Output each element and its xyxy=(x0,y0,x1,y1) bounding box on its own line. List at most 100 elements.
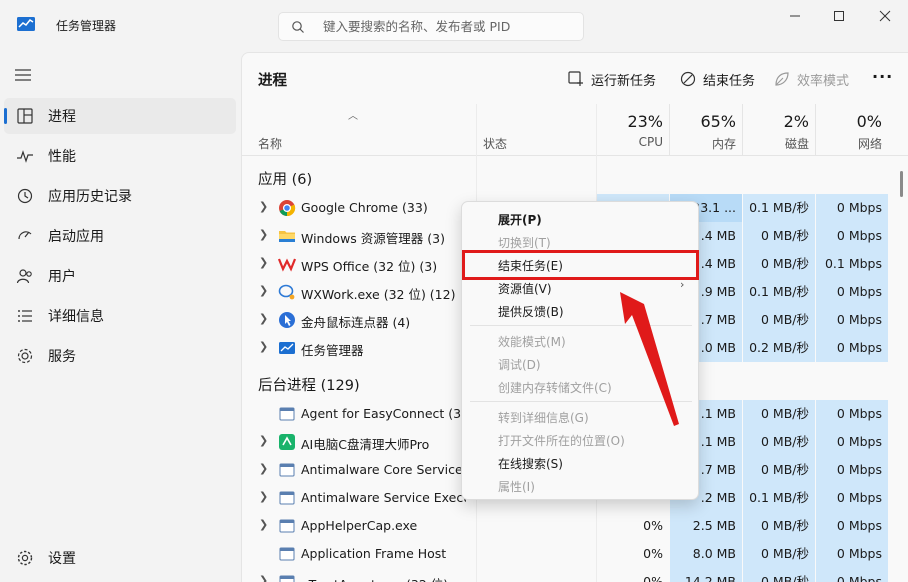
taskmgr-icon xyxy=(278,339,296,357)
sidebar-item-settings[interactable]: 设置 xyxy=(4,540,236,576)
efficiency-mode-button[interactable]: 效率模式 xyxy=(774,67,849,91)
sidebar-item-details[interactable]: 详细信息 xyxy=(4,298,236,334)
sidebar-item-label: 启动应用 xyxy=(48,229,104,245)
services-icon xyxy=(17,348,33,364)
disk-cell: 0.1 MB/秒 xyxy=(743,278,815,306)
menu-item-search-online[interactable]: 在线搜索(S) xyxy=(498,455,563,472)
disk-cell: 0 MB/秒 xyxy=(743,306,815,334)
users-icon xyxy=(16,269,32,284)
menu-item-create-dump[interactable]: 创建内存转储文件(C) xyxy=(498,379,612,396)
network-cell: 0 Mbps xyxy=(816,400,888,428)
end-task-icon xyxy=(680,71,696,87)
process-row[interactable]: ❯ aTrustAgent.exe (32 位) 0% 14.2 MB0 MB/秒0 … xyxy=(242,568,888,582)
leaf-icon xyxy=(775,72,789,86)
sidebar-item-app-history[interactable]: 应用历史记录 xyxy=(4,178,236,214)
menu-item-open-file-location[interactable]: 打开文件所在的位置(O) xyxy=(498,432,625,449)
process-name: Windows 资源管理器 (3) xyxy=(301,231,445,246)
sidebar-item-users[interactable]: 用户 xyxy=(4,258,236,294)
network-percent[interactable]: 0% xyxy=(816,112,882,131)
sidebar-item-label: 设置 xyxy=(48,551,76,567)
run-new-task-button[interactable]: 运行新任务 xyxy=(568,67,656,91)
column-network[interactable]: 网络 xyxy=(816,135,882,152)
sidebar-item-label: 性能 xyxy=(48,149,76,165)
context-menu: 展开(P) 切换到(T) 结束任务(E) 资源值(V) › 提供反馈(B) 效能… xyxy=(461,201,699,500)
maximize-icon xyxy=(834,11,844,21)
process-row[interactable]: Application Frame Host 0% 8.0 MB 0 MB/秒 0 Mb… xyxy=(242,540,888,568)
chevron-right-icon[interactable]: ❯ xyxy=(259,284,268,297)
disk-cell: 0.2 MB/秒 xyxy=(743,334,815,362)
chevron-right-icon[interactable]: ❯ xyxy=(259,490,268,503)
column-status[interactable]: 状态 xyxy=(483,135,507,152)
close-icon xyxy=(879,10,891,22)
chevron-right-icon[interactable]: ❯ xyxy=(259,462,268,475)
title-bar: 任务管理器 xyxy=(0,0,908,52)
sidebar-item-label: 服务 xyxy=(48,349,76,365)
scrollbar-thumb[interactable] xyxy=(900,171,903,197)
cpu-cell: 0% xyxy=(643,518,663,533)
column-name[interactable]: 名称 xyxy=(258,135,282,152)
disk-cell: 0 MB/秒 xyxy=(743,456,815,484)
minimize-icon xyxy=(790,15,800,17)
search-icon xyxy=(292,21,304,33)
process-name: Agent for EasyConnect (32 ... xyxy=(301,406,466,421)
menu-item-go-to-details[interactable]: 转到详细信息(G) xyxy=(498,409,589,426)
column-memory[interactable]: 内存 xyxy=(670,135,736,152)
network-cell: 0 Mbps xyxy=(816,484,888,512)
processes-icon xyxy=(17,108,33,124)
network-cell: 0 Mbps xyxy=(816,428,888,456)
column-cpu[interactable]: CPU xyxy=(597,135,663,149)
menu-item-expand[interactable]: 展开(P) xyxy=(498,211,542,228)
performance-icon xyxy=(17,150,33,163)
chevron-right-icon[interactable]: ❯ xyxy=(259,256,268,269)
wxwork-icon xyxy=(278,283,296,301)
network-cell: 0 Mbps xyxy=(816,306,888,334)
menu-item-efficiency-mode[interactable]: 效能模式(M) xyxy=(498,333,566,350)
sidebar-item-performance[interactable]: 性能 xyxy=(4,138,236,174)
end-task-button[interactable]: 结束任务 xyxy=(680,67,755,91)
active-indicator xyxy=(4,108,7,124)
cpu-cell: 0% xyxy=(643,574,663,582)
network-cell: 0 Mbps xyxy=(816,194,888,222)
menu-item-feedback[interactable]: 提供反馈(B) xyxy=(498,303,564,320)
cpu-percent[interactable]: 23% xyxy=(597,112,663,131)
app-icon xyxy=(278,545,296,563)
search-input[interactable] xyxy=(323,13,578,40)
column-disk[interactable]: 磁盘 xyxy=(743,135,809,152)
app-icon xyxy=(278,489,296,507)
chevron-right-icon[interactable]: ❯ xyxy=(259,200,268,213)
menu-item-properties[interactable]: 属性(I) xyxy=(498,478,535,495)
chevron-right-icon[interactable]: ❯ xyxy=(259,434,268,447)
search-box[interactable] xyxy=(278,12,584,41)
more-options-button[interactable]: ··· xyxy=(872,67,893,86)
maximize-button[interactable] xyxy=(816,0,862,32)
menu-item-resource-values[interactable]: 资源值(V) xyxy=(498,280,552,297)
process-row[interactable]: ❯ AppHelperCap.exe 0% 2.5 MB 0 MB/秒 0 Mbps xyxy=(242,512,888,540)
details-icon xyxy=(18,310,32,322)
memory-cell: 2.5 MB xyxy=(670,512,742,540)
chevron-right-icon[interactable]: ❯ xyxy=(259,574,268,582)
disk-percent[interactable]: 2% xyxy=(743,112,809,131)
sidebar-item-processes[interactable]: 进程 xyxy=(4,98,236,134)
close-button[interactable] xyxy=(862,0,908,32)
menu-separator xyxy=(470,401,692,402)
sort-up-icon: ︿ xyxy=(348,111,358,122)
disk-cell: 0 MB/秒 xyxy=(743,512,815,540)
chevron-right-icon[interactable]: ❯ xyxy=(259,312,268,325)
process-name: 金舟鼠标连点器 (4) xyxy=(301,315,411,330)
process-name: Antimalware Core Service xyxy=(301,462,463,477)
disk-cell: 0.1 MB/秒 xyxy=(743,484,815,512)
chevron-right-icon[interactable]: ❯ xyxy=(259,340,268,353)
hamburger-icon[interactable] xyxy=(14,68,32,82)
sidebar-item-services[interactable]: 服务 xyxy=(4,338,236,374)
network-cell: 0 Mbps xyxy=(816,512,888,540)
menu-item-debug[interactable]: 调试(D) xyxy=(498,356,541,373)
minimize-button[interactable] xyxy=(772,0,818,32)
sidebar-item-startup[interactable]: 启动应用 xyxy=(4,218,236,254)
annotation-highlight-box xyxy=(462,250,699,280)
process-name: AI电脑C盘清理大师Pro xyxy=(301,437,430,452)
menu-item-switch-to[interactable]: 切换到(T) xyxy=(498,234,551,251)
memory-percent[interactable]: 65% xyxy=(670,112,736,131)
chevron-right-icon[interactable]: ❯ xyxy=(259,228,268,241)
network-cell: 0 Mbps xyxy=(816,540,888,568)
chevron-right-icon[interactable]: ❯ xyxy=(259,518,268,531)
